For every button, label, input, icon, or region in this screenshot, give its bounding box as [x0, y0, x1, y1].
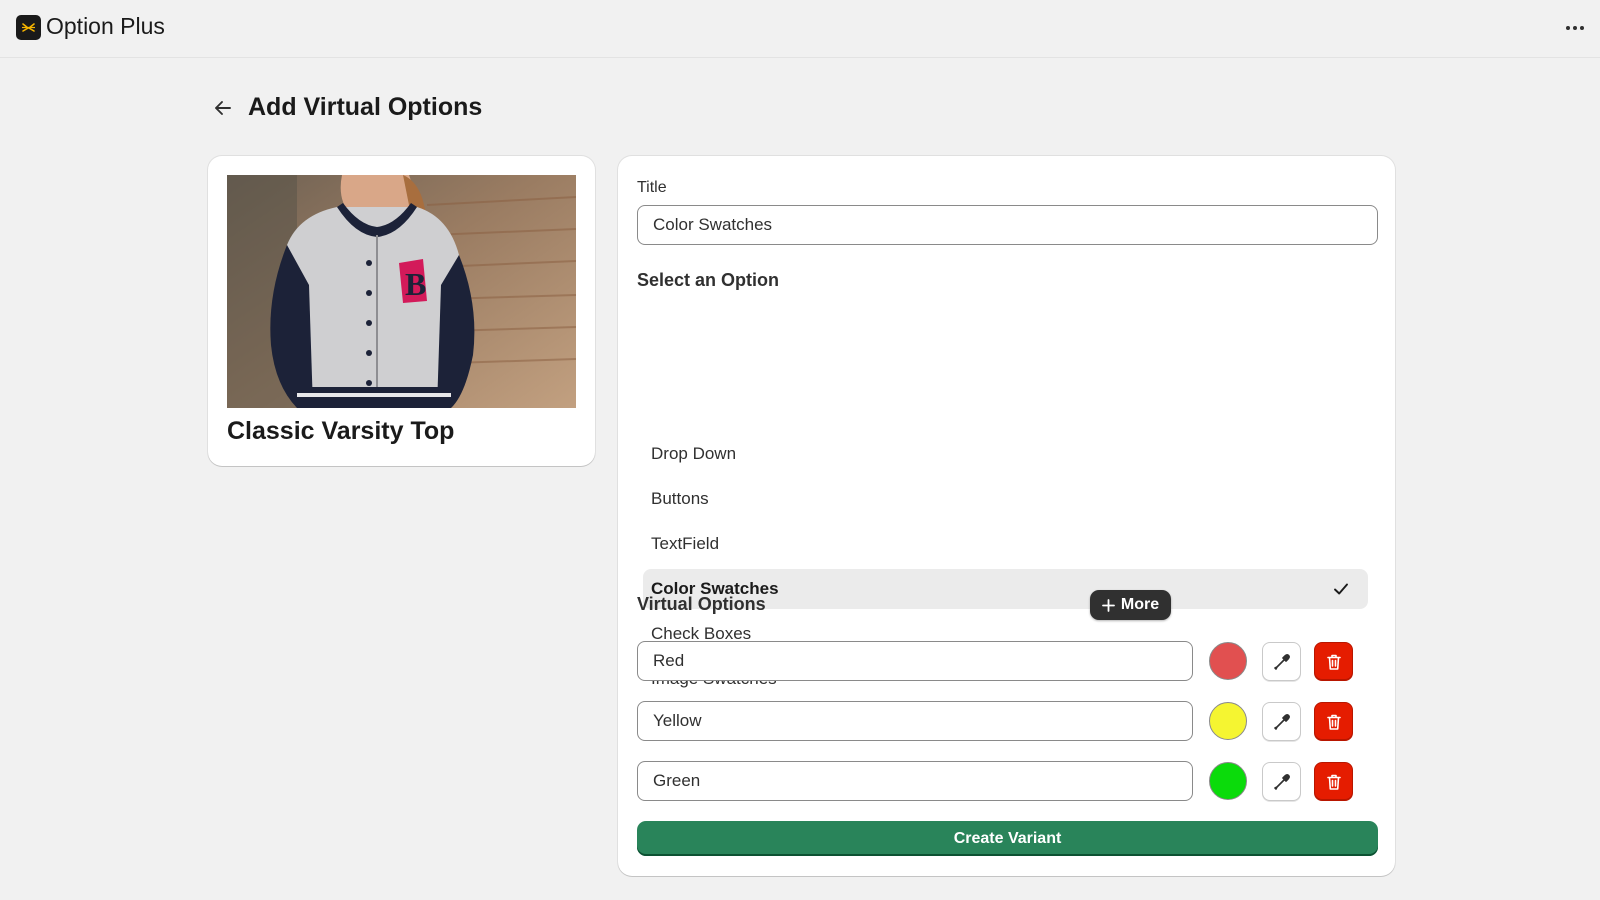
trash-icon	[1326, 654, 1341, 670]
color-picker-button[interactable]	[1262, 762, 1301, 801]
options-form-card: Title Select an Option Drop Down Buttons…	[618, 156, 1395, 876]
eyedropper-icon	[1273, 713, 1290, 730]
virtual-option-row	[637, 701, 1357, 741]
plus-icon	[1101, 598, 1115, 612]
color-swatch[interactable]	[1209, 702, 1247, 740]
checkmark-icon	[1334, 583, 1348, 595]
product-card: B Classic Varsity Top	[208, 156, 595, 466]
trash-icon	[1326, 774, 1341, 790]
color-swatch[interactable]	[1209, 642, 1247, 680]
color-picker-button[interactable]	[1262, 642, 1301, 681]
top-bar: Option Plus	[0, 0, 1600, 58]
virtual-option-row	[637, 761, 1357, 801]
svg-text:B: B	[405, 266, 426, 302]
add-more-button[interactable]: More	[1090, 590, 1171, 620]
option-item-textfield[interactable]: TextField	[643, 524, 1368, 564]
option-plus-logo-icon	[16, 15, 41, 40]
virtual-option-input[interactable]	[637, 701, 1193, 741]
delete-button[interactable]	[1314, 642, 1353, 681]
more-button-label: More	[1120, 596, 1160, 613]
arrow-left-icon	[215, 101, 231, 115]
eyedropper-icon	[1273, 653, 1290, 670]
page-title: Add Virtual Options	[248, 93, 483, 121]
delete-button[interactable]	[1314, 702, 1353, 741]
option-item-buttons[interactable]: Buttons	[643, 479, 1368, 519]
option-item-label: Drop Down	[651, 444, 737, 463]
virtual-option-row	[637, 641, 1357, 681]
virtual-option-input[interactable]	[637, 761, 1193, 801]
delete-button[interactable]	[1314, 762, 1353, 801]
eyedropper-icon	[1273, 773, 1290, 790]
color-swatch[interactable]	[1209, 762, 1247, 800]
app-title: Option Plus	[46, 13, 165, 39]
option-item-label: TextField	[651, 534, 720, 553]
trash-icon	[1326, 714, 1341, 730]
title-label: Title	[637, 179, 667, 196]
option-item-drop-down[interactable]: Drop Down	[643, 434, 1368, 474]
product-name: Classic Varsity Top	[227, 417, 455, 445]
select-option-label: Select an Option	[637, 270, 780, 290]
ellipsis-icon[interactable]	[1560, 16, 1590, 40]
virtual-option-input[interactable]	[637, 641, 1193, 681]
title-input[interactable]	[637, 205, 1378, 245]
create-variant-button[interactable]: Create Variant	[637, 821, 1378, 856]
option-item-label: Buttons	[651, 489, 709, 508]
back-button[interactable]	[209, 94, 237, 122]
color-picker-button[interactable]	[1262, 702, 1301, 741]
virtual-options-label: Virtual Options	[637, 594, 766, 614]
product-image: B	[227, 175, 576, 408]
